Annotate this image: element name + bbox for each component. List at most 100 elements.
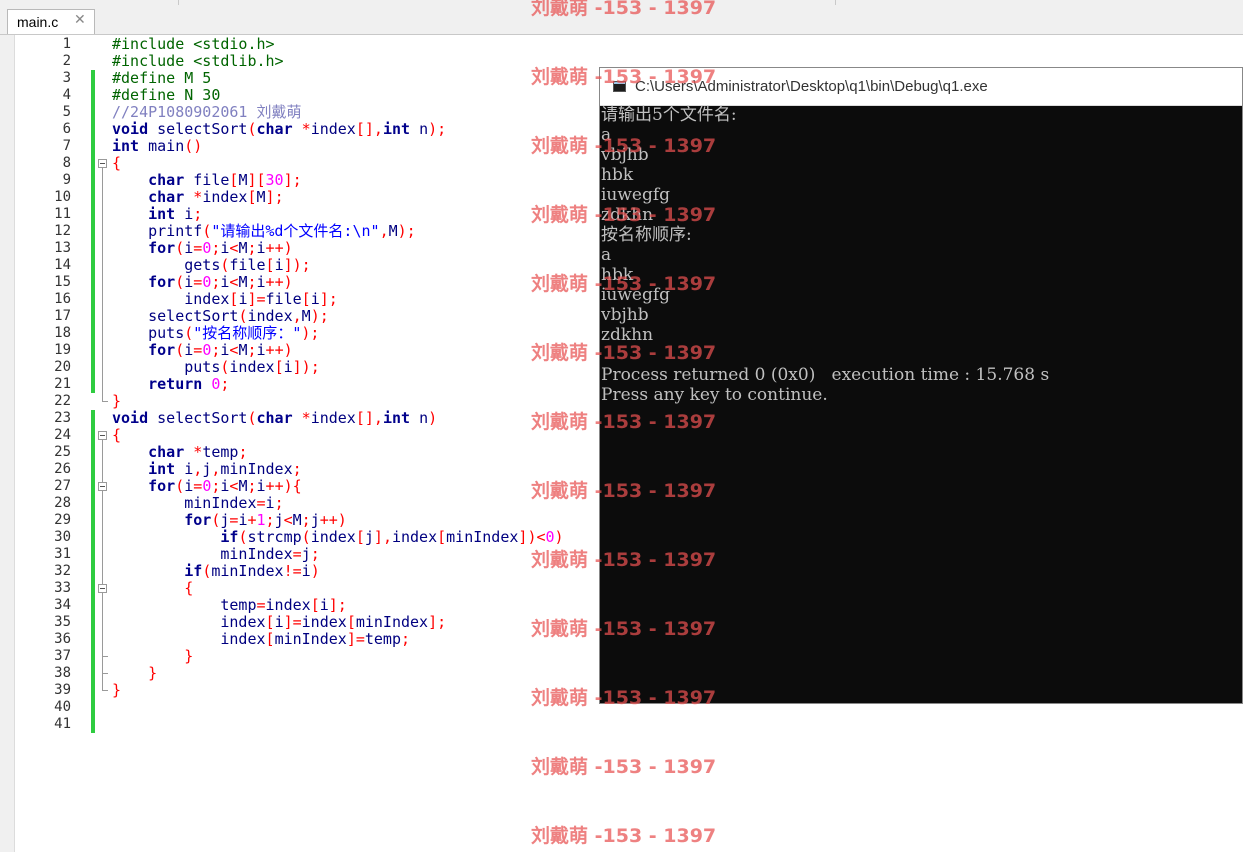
line-number: 25: [54, 444, 71, 460]
line-number: 9: [62, 172, 71, 188]
code-line[interactable]: #include <stdlib.h>: [112, 53, 284, 70]
console-titlebar[interactable]: C:\Users\Administrator\Desktop\q1\bin\De…: [600, 68, 1242, 106]
line-number: 10: [54, 189, 71, 205]
code-line[interactable]: {: [112, 427, 121, 444]
code-line[interactable]: //24P1080902061 刘戴萌: [112, 104, 302, 121]
tab-label: main.c: [17, 14, 59, 30]
code-line[interactable]: if(strcmp(index[j],index[minIndex])<0): [112, 529, 563, 546]
code-line[interactable]: printf("请输出%d个文件名:\n",M);: [112, 223, 416, 240]
code-line[interactable]: }: [112, 648, 193, 665]
console-line: hbk: [601, 265, 634, 285]
code-line[interactable]: int main(): [112, 138, 202, 155]
code-line[interactable]: for(i=0;i<M;i++): [112, 342, 293, 359]
code-line[interactable]: }: [112, 393, 121, 410]
editor-tab-bar: main.c ✕: [0, 6, 1243, 35]
console-line: 按名称顺序:: [601, 225, 692, 245]
line-number: 18: [54, 325, 71, 341]
console-line: Process returned 0 (0x0) execution time …: [601, 365, 1050, 385]
code-line[interactable]: return 0;: [112, 376, 229, 393]
code-line[interactable]: puts(index[i]);: [112, 359, 319, 376]
line-number: 34: [54, 597, 71, 613]
line-number: 20: [54, 359, 71, 375]
fold-end-marker: [102, 656, 108, 657]
code-line[interactable]: selectSort(index,M);: [112, 308, 329, 325]
line-number: 28: [54, 495, 71, 511]
code-line[interactable]: for(i=0;i<M;i++): [112, 274, 293, 291]
code-line[interactable]: int i,j,minIndex;: [112, 461, 302, 478]
code-line[interactable]: if(minIndex!=i): [112, 563, 319, 580]
line-number: 22: [54, 393, 71, 409]
line-number: 1: [62, 36, 71, 52]
code-line[interactable]: char *index[M];: [112, 189, 283, 206]
code-line[interactable]: char file[M][30];: [112, 172, 302, 189]
code-line[interactable]: {: [112, 580, 193, 597]
code-line[interactable]: index[minIndex]=temp;: [112, 631, 410, 648]
line-number: 15: [54, 274, 71, 290]
code-line[interactable]: void selectSort(char *index[],int n): [112, 410, 437, 427]
change-marker: [91, 410, 95, 733]
line-number: 2: [62, 53, 71, 69]
code-line[interactable]: {: [112, 155, 121, 172]
line-number: 33: [54, 580, 71, 596]
line-number-gutter: 1 2 3 4 5 6 7 8 9 10 11 12 13 14 15 16 17 18 19 20 21 22 23 24 2…: [15, 35, 110, 852]
left-panel-edge: [0, 35, 15, 852]
console-line: zdkhn: [601, 205, 654, 225]
line-number: 14: [54, 257, 71, 273]
code-line[interactable]: }: [112, 682, 121, 699]
console-window[interactable]: C:\Users\Administrator\Desktop\q1\bin\De…: [599, 67, 1243, 704]
console-line: iuwegfg: [601, 285, 671, 305]
line-number: 39: [54, 682, 71, 698]
toolbar-separator: [835, 0, 836, 5]
console-line: hbk: [601, 165, 634, 185]
line-number: 26: [54, 461, 71, 477]
code-line[interactable]: char *temp;: [112, 444, 247, 461]
code-line[interactable]: for(i=0;i<M;i++): [112, 240, 293, 257]
console-line: vbjhb: [601, 305, 649, 325]
code-line[interactable]: for(i=0;i<M;i++){: [112, 478, 302, 495]
fold-toggle-icon[interactable]: [98, 431, 107, 440]
fold-toggle-icon[interactable]: [98, 584, 107, 593]
line-number: 27: [54, 478, 71, 494]
fold-guide: [102, 593, 103, 657]
line-number: 7: [62, 138, 71, 154]
console-title: C:\Users\Administrator\Desktop\q1\bin\De…: [635, 78, 988, 95]
line-number: 29: [54, 512, 71, 528]
fold-end-marker: [102, 690, 108, 691]
line-number: 17: [54, 308, 71, 324]
console-line: iuwegfg: [601, 185, 671, 205]
code-line[interactable]: index[i]=file[i];: [112, 291, 338, 308]
code-line[interactable]: int i;: [112, 206, 202, 223]
code-line[interactable]: #define N 30: [112, 87, 220, 104]
fold-toggle-icon[interactable]: [98, 482, 107, 491]
code-line[interactable]: gets(file[i]);: [112, 257, 310, 274]
fold-toggle-icon[interactable]: [98, 159, 107, 168]
console-line: 请输出5个文件名:: [601, 105, 737, 125]
code-line[interactable]: void selectSort(char *index[],int n);: [112, 121, 446, 138]
close-icon[interactable]: ✕: [74, 12, 86, 28]
line-number: 6: [62, 121, 71, 137]
line-number: 23: [54, 410, 71, 426]
code-line[interactable]: #define M 5: [112, 70, 211, 87]
console-line: zdkhn: [601, 325, 654, 345]
line-number: 4: [62, 87, 71, 103]
code-line[interactable]: puts("按名称顺序：");: [112, 325, 319, 342]
code-line[interactable]: minIndex=i;: [112, 495, 283, 512]
console-line: a: [601, 245, 612, 265]
code-line[interactable]: #include <stdio.h>: [112, 36, 275, 53]
line-number: 41: [54, 716, 71, 732]
code-line[interactable]: }: [112, 665, 157, 682]
tab-main-c[interactable]: main.c ✕: [7, 9, 95, 34]
line-number: 36: [54, 631, 71, 647]
console-app-icon: [613, 81, 626, 92]
line-number: 8: [62, 155, 71, 171]
change-marker: [91, 155, 95, 393]
line-number: 16: [54, 291, 71, 307]
line-number: 3: [62, 70, 71, 86]
code-line[interactable]: minIndex=j;: [112, 546, 319, 563]
code-line[interactable]: for(j=i+1;j<M;j++): [112, 512, 347, 529]
line-number: 12: [54, 223, 71, 239]
code-line[interactable]: index[i]=index[minIndex];: [112, 614, 446, 631]
fold-end-marker: [102, 673, 108, 674]
change-marker: [91, 70, 95, 155]
code-line[interactable]: temp=index[i];: [112, 597, 346, 614]
